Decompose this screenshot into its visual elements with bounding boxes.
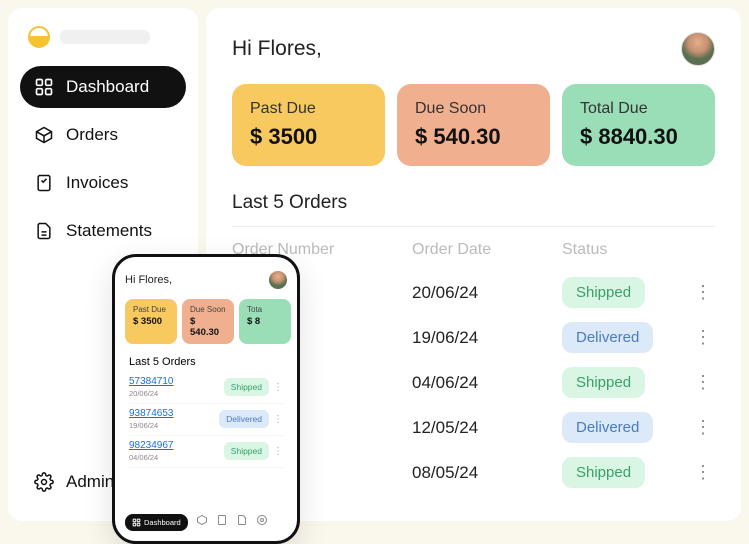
card-label: Tota	[247, 305, 283, 314]
phone-row: 57384710 20/06/24 Shipped ⋮	[129, 376, 283, 404]
phone-order-date: 19/06/24	[129, 421, 219, 430]
card-value: $ 8	[247, 316, 283, 327]
phone-order-link[interactable]: 98234967	[129, 440, 224, 451]
more-icon[interactable]: ⋮	[273, 414, 283, 425]
card-value: $ 540.30	[190, 316, 226, 338]
phone-status-badge: Shipped	[224, 442, 269, 460]
card-label: Past Due	[250, 100, 367, 118]
more-icon[interactable]: ⋮	[273, 446, 283, 457]
more-icon[interactable]: ⋮	[694, 372, 712, 392]
logo-row	[20, 26, 186, 48]
avatar[interactable]	[681, 32, 715, 66]
table-header: Order Number Order Date Status	[232, 241, 715, 259]
phone-greeting: Hi Flores,	[125, 274, 172, 286]
phone-cards: Past Due $ 3500 Due Soon $ 540.30 Tota $…	[125, 299, 287, 344]
order-date: 12/05/24	[412, 418, 562, 438]
card-past-due[interactable]: Past Due $ 3500	[232, 84, 385, 166]
gear-icon	[34, 472, 54, 492]
card-value: $ 540.30	[415, 124, 532, 150]
card-due-soon[interactable]: Due Soon $ 540.30	[397, 84, 550, 166]
phone-section-title: Last 5 Orders	[125, 356, 287, 368]
invoice-icon	[34, 173, 54, 193]
document-icon	[236, 514, 248, 526]
sidebar-item-invoices[interactable]: Invoices	[20, 162, 186, 204]
sidebar-item-label: Dashboard	[66, 77, 149, 97]
phone-row: 98234967 04/06/24 Shipped ⋮	[129, 440, 283, 468]
phone-order-link[interactable]: 93874653	[129, 408, 219, 419]
status-badge: Delivered	[562, 412, 653, 443]
order-date: 19/06/24	[412, 328, 562, 348]
phone-rows: 57384710 20/06/24 Shipped ⋮ 93874653 19/…	[125, 376, 287, 513]
document-icon	[34, 221, 54, 241]
logo-placeholder	[60, 30, 150, 44]
phone-nav-invoices[interactable]	[216, 513, 228, 531]
order-date: 04/06/24	[412, 373, 562, 393]
col-header-date: Order Date	[412, 241, 562, 259]
phone-avatar[interactable]	[269, 271, 287, 289]
more-icon[interactable]: ⋮	[273, 382, 283, 393]
summary-cards: Past Due $ 3500 Due Soon $ 540.30 Total …	[232, 84, 715, 166]
more-icon[interactable]: ⋮	[694, 327, 712, 347]
phone-row: 93874653 19/06/24 Delivered ⋮	[129, 408, 283, 436]
phone-mockup: Hi Flores, Past Due $ 3500 Due Soon $ 54…	[112, 254, 300, 544]
card-total-due[interactable]: Total Due $ 8840.30	[562, 84, 715, 166]
phone-status-badge: Delivered	[219, 410, 269, 428]
table-row: 542 08/05/24 Shipped ⋮	[232, 457, 715, 488]
page-header: Hi Flores,	[232, 32, 715, 66]
sidebar-item-label: Statements	[66, 221, 152, 241]
status-badge: Shipped	[562, 367, 645, 398]
card-value: $ 3500	[133, 316, 169, 327]
logo-icon	[28, 26, 50, 48]
greeting: Hi Flores,	[232, 37, 322, 61]
phone-nav-statements[interactable]	[236, 513, 248, 531]
order-date: 08/05/24	[412, 463, 562, 483]
more-icon[interactable]: ⋮	[694, 417, 712, 437]
phone-bottom-nav: Dashboard	[125, 513, 287, 531]
table-row: 653 19/06/24 Delivered ⋮	[232, 322, 715, 353]
sidebar-item-statements[interactable]: Statements	[20, 210, 186, 252]
table-row: 967 04/06/24 Shipped ⋮	[232, 367, 715, 398]
status-badge: Delivered	[562, 322, 653, 353]
more-icon[interactable]: ⋮	[694, 282, 712, 302]
sidebar-item-label: Admin	[66, 472, 114, 492]
dashboard-icon	[132, 518, 141, 527]
gear-icon	[256, 514, 268, 526]
sidebar-item-orders[interactable]: Orders	[20, 114, 186, 156]
phone-order-date: 04/06/24	[129, 453, 224, 462]
phone-nav-admin[interactable]	[256, 513, 268, 531]
card-label: Past Due	[133, 305, 169, 314]
card-label: Due Soon	[190, 305, 226, 314]
phone-header: Hi Flores,	[125, 271, 287, 289]
box-icon	[196, 514, 208, 526]
card-value: $ 8840.30	[580, 124, 697, 150]
orders-title: Last 5 Orders	[232, 192, 715, 227]
card-label: Due Soon	[415, 100, 532, 118]
phone-nav-label: Dashboard	[144, 518, 181, 527]
orders-table: Order Number Order Date Status 710 20/06…	[232, 241, 715, 488]
invoice-icon	[216, 514, 228, 526]
table-row: 710 20/06/24 Shipped ⋮	[232, 277, 715, 308]
phone-card-total-due[interactable]: Tota $ 8	[239, 299, 291, 344]
col-header-status: Status	[562, 241, 682, 259]
box-icon	[34, 125, 54, 145]
more-icon[interactable]: ⋮	[694, 462, 712, 482]
status-badge: Shipped	[562, 457, 645, 488]
dashboard-icon	[34, 77, 54, 97]
phone-nav-dashboard[interactable]: Dashboard	[125, 514, 188, 531]
sidebar-item-label: Orders	[66, 125, 118, 145]
phone-order-link[interactable]: 57384710	[129, 376, 224, 387]
order-date: 20/06/24	[412, 283, 562, 303]
phone-card-due-soon[interactable]: Due Soon $ 540.30	[182, 299, 234, 344]
card-label: Total Due	[580, 100, 697, 118]
phone-card-past-due[interactable]: Past Due $ 3500	[125, 299, 177, 344]
sidebar-item-dashboard[interactable]: Dashboard	[20, 66, 186, 108]
sidebar-item-label: Invoices	[66, 173, 128, 193]
status-badge: Shipped	[562, 277, 645, 308]
phone-status-badge: Shipped	[224, 378, 269, 396]
table-row: 653 12/05/24 Delivered ⋮	[232, 412, 715, 443]
phone-nav-orders[interactable]	[196, 513, 208, 531]
card-value: $ 3500	[250, 124, 367, 150]
phone-order-date: 20/06/24	[129, 389, 224, 398]
